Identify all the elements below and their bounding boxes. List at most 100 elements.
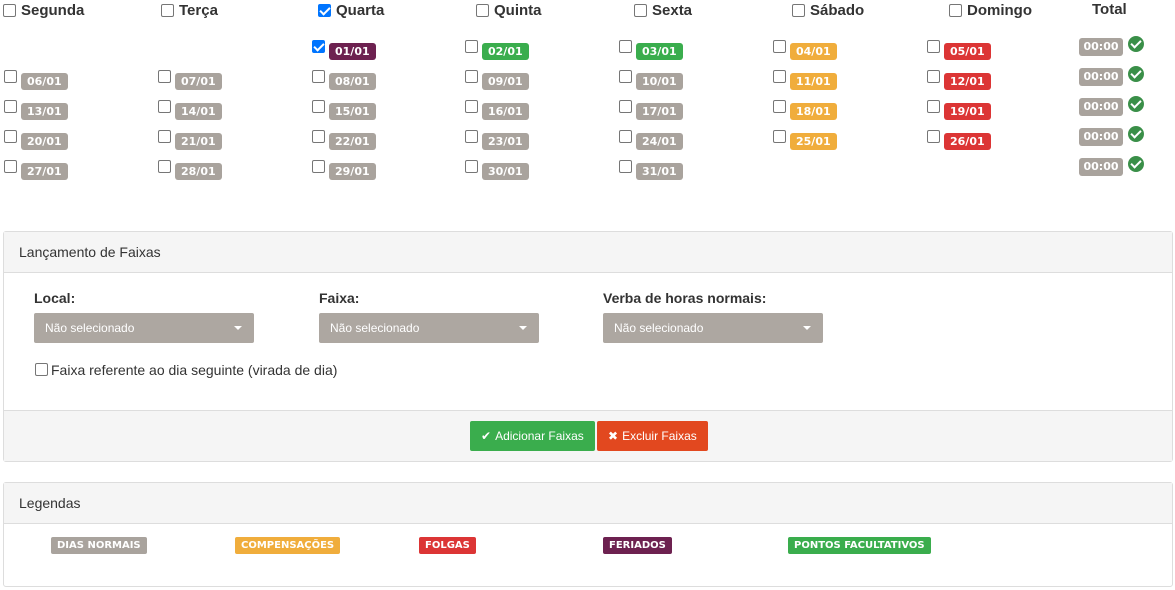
day-checkbox[interactable] [4, 130, 17, 143]
date-badge: 29/01 [329, 163, 376, 180]
date-badge: 13/01 [21, 103, 68, 120]
faixa-label: Faixa: [319, 290, 360, 306]
weekday-checkbox-segunda[interactable] [3, 4, 16, 17]
date-badge: 17/01 [636, 103, 683, 120]
check-circle-icon [1128, 66, 1144, 82]
legend-row: DIAS NORMAIS COMPENSAÇÕES FOLGAS FERIADO… [4, 525, 1172, 565]
day-checkbox[interactable] [312, 40, 325, 53]
legend-folgas: FOLGAS [419, 537, 476, 554]
weekday-checkbox-sabado[interactable] [792, 4, 805, 17]
day-checkbox[interactable] [4, 70, 17, 83]
date-badge: 20/01 [21, 133, 68, 150]
weekday-label: Sexta [652, 2, 693, 19]
date-badge: 31/01 [636, 163, 683, 180]
day-checkbox[interactable] [312, 130, 325, 143]
day-checkbox[interactable] [927, 40, 940, 53]
adicionar-faixas-button[interactable]: ✔ Adicionar Faixas [470, 421, 595, 451]
day-checkbox[interactable] [927, 100, 940, 113]
weekday-label: Domingo [967, 2, 1032, 19]
local-select[interactable]: Não selecionado [34, 313, 254, 343]
weekday-label: Segunda [21, 2, 85, 19]
weekday-checkbox-sexta[interactable] [634, 4, 647, 17]
check-icon: ✔ [481, 429, 492, 443]
caret-down-icon [519, 326, 527, 330]
virada-de-dia-checkbox[interactable] [35, 363, 48, 376]
day-checkbox[interactable] [773, 40, 786, 53]
panel-title: Lançamento de Faixas [4, 232, 1172, 273]
virada-de-dia-label: Faixa referente ao dia seguinte (virada … [51, 362, 338, 378]
day-checkbox[interactable] [773, 130, 786, 143]
caret-down-icon [803, 326, 811, 330]
day-checkbox[interactable] [619, 70, 632, 83]
weekday-checkbox-terca[interactable] [161, 4, 174, 17]
weekday-checkbox-quinta[interactable] [476, 4, 489, 17]
times-icon: ✖ [608, 429, 619, 443]
date-badge: 23/01 [482, 133, 529, 150]
day-checkbox[interactable] [4, 100, 17, 113]
date-badge: 01/01 [329, 43, 376, 60]
local-label: Local: [34, 290, 76, 306]
day-checkbox[interactable] [465, 40, 478, 53]
day-checkbox[interactable] [619, 100, 632, 113]
date-badge: 28/01 [175, 163, 222, 180]
verba-select[interactable]: Não selecionado [603, 313, 823, 343]
check-circle-icon [1128, 156, 1144, 172]
date-badge: 25/01 [790, 133, 837, 150]
date-badge: 11/01 [790, 73, 837, 90]
faixa-select[interactable]: Não selecionado [319, 313, 539, 343]
date-badge: 19/01 [944, 103, 991, 120]
day-checkbox[interactable] [312, 70, 325, 83]
date-badge: 26/01 [944, 133, 991, 150]
total-header: Total [1092, 1, 1127, 18]
total-badge: 00:00 [1079, 158, 1123, 176]
legend-feriados: FERIADOS [603, 537, 672, 554]
date-badge: 12/01 [944, 73, 991, 90]
date-badge: 22/01 [329, 133, 376, 150]
date-badge: 03/01 [636, 43, 683, 60]
legend-pontos-facultativos: PONTOS FACULTATIVOS [788, 537, 931, 554]
check-circle-icon [1128, 96, 1144, 112]
check-circle-icon [1128, 36, 1144, 52]
day-checkbox[interactable] [158, 70, 171, 83]
day-checkbox[interactable] [312, 100, 325, 113]
check-circle-icon [1128, 126, 1144, 142]
day-checkbox[interactable] [158, 160, 171, 173]
day-checkbox[interactable] [465, 70, 478, 83]
day-checkbox[interactable] [773, 70, 786, 83]
total-badge: 00:00 [1079, 98, 1123, 116]
day-checkbox[interactable] [4, 160, 17, 173]
day-checkbox[interactable] [619, 40, 632, 53]
verba-select-value: Não selecionado [614, 321, 704, 335]
faixa-select-value: Não selecionado [330, 321, 420, 335]
total-badge: 00:00 [1079, 38, 1123, 56]
day-checkbox[interactable] [927, 70, 940, 83]
total-badge: 00:00 [1079, 128, 1123, 146]
date-badge: 24/01 [636, 133, 683, 150]
date-badge: 16/01 [482, 103, 529, 120]
weekday-label: Quinta [494, 2, 542, 19]
day-checkbox[interactable] [773, 100, 786, 113]
date-badge: 10/01 [636, 73, 683, 90]
day-checkbox[interactable] [158, 130, 171, 143]
weekday-label: Terça [179, 2, 218, 19]
day-checkbox[interactable] [619, 160, 632, 173]
legend-panel: Legendas DIAS NORMAIS COMPENSAÇÕES FOLGA… [3, 482, 1173, 587]
date-badge: 15/01 [329, 103, 376, 120]
day-checkbox[interactable] [465, 130, 478, 143]
day-checkbox[interactable] [465, 160, 478, 173]
day-checkbox[interactable] [312, 160, 325, 173]
button-label: Adicionar Faixas [495, 429, 584, 443]
date-badge: 02/01 [482, 43, 529, 60]
excluir-faixas-button[interactable]: ✖ Excluir Faixas [597, 421, 708, 451]
weekday-checkbox-domingo[interactable] [949, 4, 962, 17]
weekday-checkbox-quarta[interactable] [318, 4, 331, 17]
date-badge: 08/01 [329, 73, 376, 90]
day-checkbox[interactable] [619, 130, 632, 143]
date-badge: 05/01 [944, 43, 991, 60]
date-badge: 30/01 [482, 163, 529, 180]
button-label: Excluir Faixas [622, 429, 697, 443]
day-checkbox[interactable] [158, 100, 171, 113]
day-checkbox[interactable] [465, 100, 478, 113]
date-badge: 18/01 [790, 103, 837, 120]
day-checkbox[interactable] [927, 130, 940, 143]
